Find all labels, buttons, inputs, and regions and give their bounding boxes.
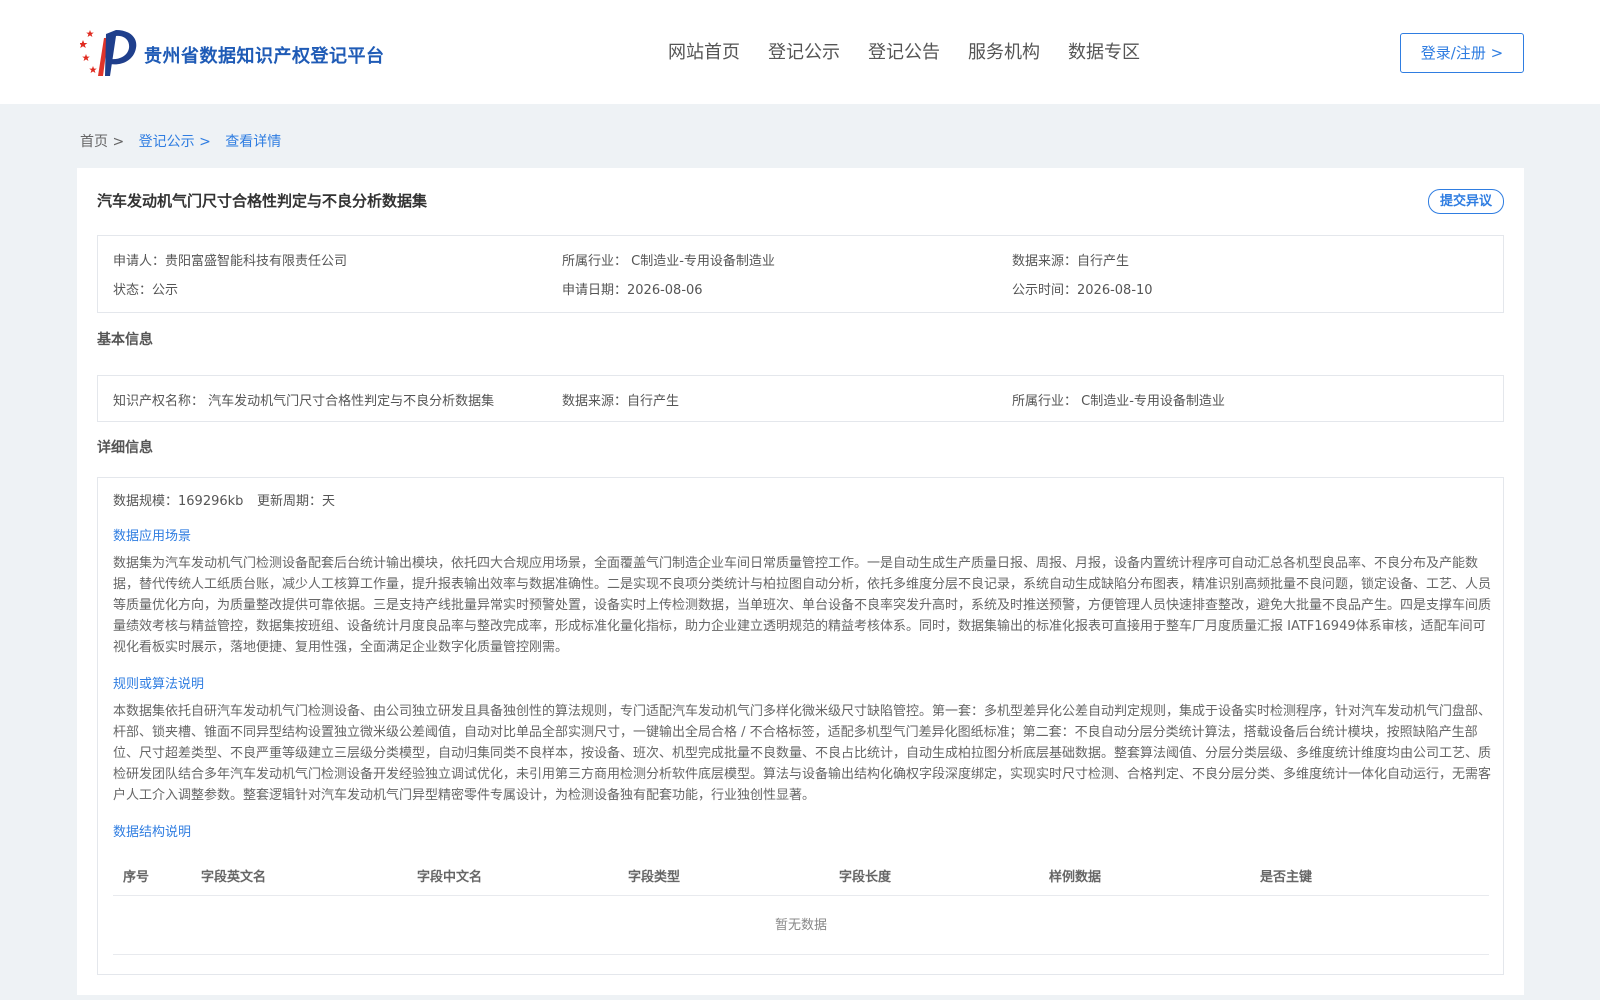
publish-time-field: 公示时间：2026-08-10	[1012, 283, 1153, 298]
source-field: 数据来源：自行产生	[1012, 254, 1130, 269]
column-header-field-length: 字段长度	[839, 870, 892, 885]
basic-info-heading: 基本信息	[97, 332, 153, 348]
data-structure-table-header: 序号 字段英文名 字段中文名 字段类型 字段长度 样例数据 是否主键	[113, 851, 1489, 896]
login-register-button[interactable]: 登录/注册 >	[1400, 33, 1524, 73]
basic-industry-field: 所属行业： C制造业-专用设备制造业	[1012, 394, 1225, 409]
nav-registration-notice[interactable]: 登记公示	[768, 38, 840, 64]
top-header: 贵州省数据知识产权登记平台 网站首页 登记公示 登记公告 服务机构 数据专区 登…	[0, 0, 1600, 104]
apply-date-field: 申请日期：2026-08-06	[562, 283, 703, 298]
column-header-field-type: 字段类型	[628, 870, 681, 885]
nav-home[interactable]: 网站首页	[668, 38, 740, 64]
scenario-title: 数据应用场景	[113, 529, 192, 544]
breadcrumb-current: 查看详情	[225, 134, 282, 150]
detail-info-heading: 详细信息	[97, 440, 153, 456]
applicant-field: 申请人：贵阳富盛智能科技有限责任公司	[113, 254, 348, 269]
status-field: 状态：公示	[113, 283, 179, 298]
column-header-sample-data: 样例数据	[1049, 870, 1102, 885]
breadcrumb-home[interactable]: 首页 >	[80, 134, 124, 150]
industry-field: 所属行业： C制造业-专用设备制造业	[562, 254, 775, 269]
scenario-text: 数据集为汽车发动机气门检测设备配套后台统计输出模块，依托四大合规应用场景，全面覆…	[113, 556, 1492, 655]
table-empty-state: 暂无数据	[113, 896, 1489, 955]
basic-source-field: 数据来源：自行产生	[562, 394, 680, 409]
basic-info-box: 知识产权名称： 汽车发动机气门尺寸合格性判定与不良分析数据集 数据来源：自行产生…	[97, 375, 1504, 422]
main-nav: 网站首页 登记公示 登记公告 服务机构 数据专区	[668, 38, 1168, 64]
submit-objection-button[interactable]: 提交异议	[1428, 189, 1504, 214]
nav-registration-announcement[interactable]: 登记公告	[868, 38, 940, 64]
column-header-index: 序号	[123, 870, 150, 885]
structure-title: 数据结构说明	[113, 825, 192, 840]
column-header-primary-key: 是否主键	[1260, 870, 1313, 885]
breadcrumb: 首页 > 登记公示 > 查看详情	[80, 131, 291, 151]
platform-logo-icon[interactable]	[80, 28, 138, 78]
column-header-english-name: 字段英文名	[201, 870, 267, 885]
detail-card: 汽车发动机气门尺寸合格性判定与不良分析数据集 提交异议 申请人：贵阳富盛智能科技…	[77, 168, 1524, 995]
ip-name-field: 知识产权名称： 汽车发动机气门尺寸合格性判定与不良分析数据集	[113, 394, 495, 409]
breadcrumb-section[interactable]: 登记公示 >	[139, 134, 211, 150]
update-cycle-field: 更新周期：天	[257, 494, 336, 509]
summary-box: 申请人：贵阳富盛智能科技有限责任公司 所属行业： C制造业-专用设备制造业 数据…	[97, 235, 1504, 313]
page-title: 汽车发动机气门尺寸合格性判定与不良分析数据集	[97, 192, 428, 210]
site-title[interactable]: 贵州省数据知识产权登记平台	[144, 42, 385, 68]
nav-service-agencies[interactable]: 服务机构	[968, 38, 1040, 64]
algorithm-title: 规则或算法说明	[113, 677, 205, 692]
detail-info-box: 数据规模：169296kb 更新周期：天 数据应用场景 数据集为汽车发动机气门检…	[97, 477, 1504, 975]
algorithm-text: 本数据集依托自研汽车发动机气门检测设备、由公司独立研发且具备独创性的算法规则，专…	[113, 704, 1492, 803]
nav-data-zone[interactable]: 数据专区	[1068, 38, 1140, 64]
data-scale-field: 数据规模：169296kb	[113, 494, 244, 509]
column-header-chinese-name: 字段中文名	[417, 870, 483, 885]
